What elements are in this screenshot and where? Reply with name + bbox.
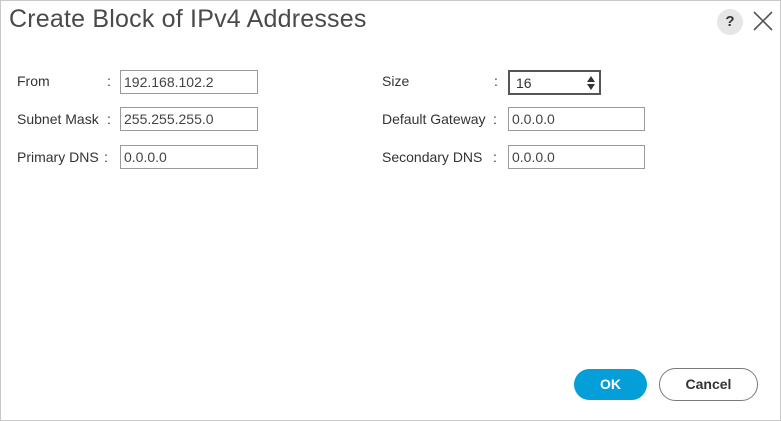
primary-dns-label: Primary DNS [17, 149, 99, 165]
size-stepper[interactable] [508, 70, 601, 95]
secondary-dns-label: Secondary DNS [382, 149, 483, 165]
dialog-title: Create Block of IPv4 Addresses [9, 5, 367, 33]
subnet-mask-separator: : [107, 111, 111, 127]
ok-button[interactable]: OK [574, 369, 647, 400]
size-label: Size [382, 73, 410, 89]
chevron-down-icon[interactable] [587, 84, 595, 90]
from-input[interactable] [120, 70, 258, 94]
size-separator: : [494, 73, 498, 89]
secondary-dns-separator: : [493, 149, 497, 165]
create-ip-block-dialog: Create Block of IPv4 Addresses ? From : … [0, 0, 781, 421]
cancel-button[interactable]: Cancel [659, 368, 758, 401]
default-gateway-input[interactable] [508, 107, 645, 131]
subnet-mask-input[interactable] [120, 107, 258, 131]
secondary-dns-input[interactable] [508, 145, 645, 169]
default-gateway-separator: : [493, 111, 497, 127]
default-gateway-label: Default Gateway [382, 111, 486, 127]
close-icon[interactable] [750, 8, 776, 34]
subnet-mask-label: Subnet Mask [17, 111, 99, 127]
size-input[interactable] [516, 74, 576, 92]
primary-dns-separator: : [104, 149, 108, 165]
primary-dns-input[interactable] [120, 145, 258, 169]
from-label: From [17, 73, 50, 89]
help-icon[interactable]: ? [717, 9, 743, 35]
chevron-up-icon[interactable] [587, 76, 595, 82]
from-separator: : [107, 73, 111, 89]
